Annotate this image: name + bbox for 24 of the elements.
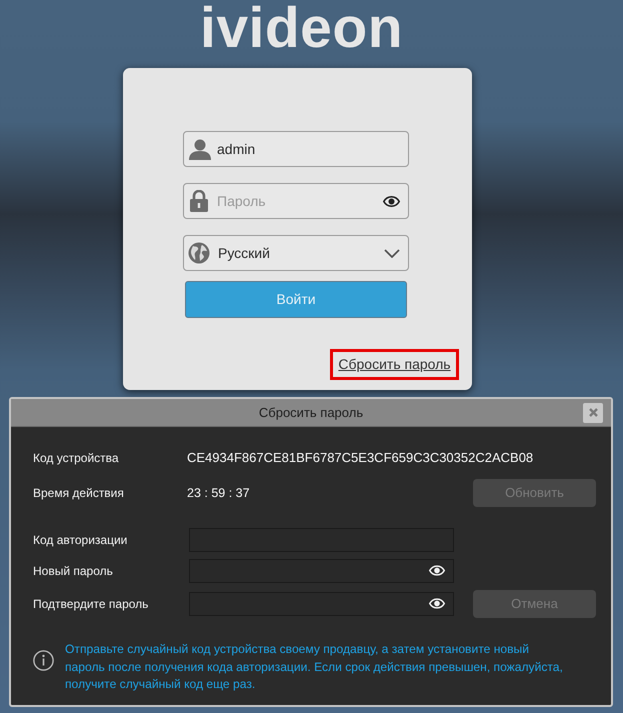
username-field[interactable]: admin xyxy=(183,131,409,167)
field-label: Подтвердите пароль xyxy=(33,596,150,613)
close-icon xyxy=(588,408,598,417)
field-value: CE4934F867CE81BF6787C5E3CF659C3C30352C2ACB08 xyxy=(187,449,534,468)
logo: ivideon xyxy=(200,0,404,56)
field-value: 23 : 59 : 37 xyxy=(187,484,250,502)
close-button[interactable] xyxy=(583,402,603,422)
input-field[interactable] xyxy=(189,592,454,616)
chevron-down-icon xyxy=(384,248,400,258)
language-select[interactable]: Русский xyxy=(183,235,409,271)
lock-icon xyxy=(190,190,208,212)
user-icon xyxy=(189,138,211,160)
field-label: Код авторизации xyxy=(33,532,128,549)
field-label: Код устройства xyxy=(33,450,120,467)
info-text: Отправьте случайный код устройства своему продавцу, а затем установите новый пароль после получения кода авторизации. Если срок действия превышен, пожалуйста, получите случайный код еще раз. xyxy=(65,641,564,693)
input-field[interactable] xyxy=(189,559,454,583)
globe-icon xyxy=(188,242,210,264)
field-label: Новый пароль xyxy=(33,563,114,580)
password-field[interactable]: Пароль xyxy=(183,183,409,219)
eye-icon[interactable] xyxy=(383,196,400,207)
dialog-title: Сбросить пароль xyxy=(258,404,364,422)
reset-password-link[interactable]: Сбросить пароль xyxy=(338,354,451,375)
field-label: Время действия xyxy=(33,485,125,502)
info-icon xyxy=(33,650,54,671)
